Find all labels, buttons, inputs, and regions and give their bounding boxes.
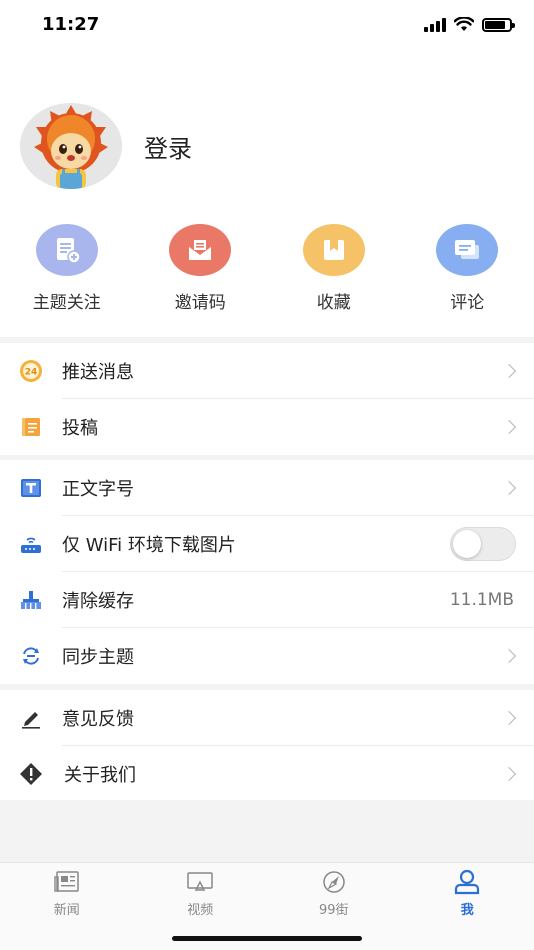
menu-label: 关于我们 [64, 765, 136, 786]
info-diamond-icon [18, 763, 44, 785]
status-bar: 11:27 [0, 0, 534, 52]
topic-follow-icon [35, 224, 98, 276]
chevron-right-icon [501, 480, 517, 496]
chevron-right-icon [501, 710, 517, 726]
tab-label: 我 [460, 903, 474, 918]
quick-action-label: 收藏 [316, 293, 351, 313]
lion-mascot-icon [20, 103, 122, 189]
status-time: 11:27 [42, 14, 100, 35]
tv-icon [185, 869, 215, 895]
sync-icon [18, 645, 44, 667]
menu-contribute[interactable]: 投稿 [0, 399, 534, 455]
menu-font-size[interactable]: 正文字号 [0, 460, 534, 516]
battery-level [485, 20, 506, 29]
tab-news[interactable]: 新闻 [0, 863, 134, 950]
comments-icon [436, 224, 499, 276]
menu-label: 正文字号 [62, 479, 134, 500]
quick-action-comments[interactable]: 评论 [401, 224, 534, 324]
cellular-signal-icon [424, 17, 446, 32]
menu-feedback[interactable]: 意见反馈 [0, 690, 534, 746]
menu-label: 仅 WiFi 环境下载图片 [62, 535, 236, 556]
cache-size-value: 11.1MB [449, 590, 514, 610]
broom-icon [18, 589, 44, 611]
router-icon [18, 533, 44, 555]
newspaper-icon [52, 869, 82, 895]
toggle-knob [453, 530, 481, 558]
chevron-right-icon [501, 419, 517, 435]
quick-action-favorites[interactable]: 收藏 [267, 224, 401, 324]
tab-label: 新闻 [53, 903, 80, 918]
wifi-icon [454, 17, 474, 31]
menu-sync-topics[interactable]: 同步主题 [0, 628, 534, 684]
profile-header[interactable]: 登录 [20, 103, 192, 189]
content-background [0, 800, 534, 862]
push-24-icon: 24 [18, 360, 44, 382]
login-label[interactable]: 登录 [144, 129, 192, 164]
menu-label: 同步主题 [62, 647, 134, 668]
chevron-right-icon [501, 766, 517, 782]
person-icon [452, 869, 482, 895]
favorites-icon [302, 224, 365, 276]
quick-action-invite-code[interactable]: 邀请码 [134, 224, 268, 324]
avatar[interactable] [20, 103, 122, 189]
quick-action-label: 邀请码 [174, 293, 226, 313]
status-icons [424, 17, 515, 32]
chevron-right-icon [501, 363, 517, 379]
text-size-icon [18, 477, 44, 499]
pen-icon [18, 707, 44, 729]
menu-clear-cache[interactable]: 清除缓存 11.1MB [0, 572, 534, 628]
chevron-right-icon [501, 648, 517, 664]
compass-icon [319, 869, 349, 895]
menu-push-messages[interactable]: 24 推送消息 [0, 343, 534, 399]
quick-action-topic-follow[interactable]: 主题关注 [0, 224, 134, 324]
invite-code-icon [169, 224, 232, 276]
svg-text:24: 24 [25, 368, 38, 378]
quick-action-label: 评论 [450, 293, 485, 313]
tab-label: 99街 [318, 903, 349, 918]
menu-about[interactable]: 关于我们 [0, 746, 534, 802]
quick-actions: 主题关注 邀请码 收藏 评论 [0, 224, 534, 324]
home-indicator [172, 936, 362, 941]
notebook-icon [18, 416, 44, 438]
menu-label: 清除缓存 [62, 591, 134, 612]
tab-me[interactable]: 我 [401, 863, 534, 950]
menu-label: 推送消息 [62, 362, 134, 383]
menu-label: 意见反馈 [62, 709, 134, 730]
tab-label: 视频 [187, 903, 214, 918]
quick-action-label: 主题关注 [32, 293, 101, 313]
menu-label: 投稿 [62, 418, 98, 439]
wifi-only-toggle[interactable] [450, 527, 516, 561]
menu-wifi-only-images: 仅 WiFi 环境下载图片 [0, 516, 534, 572]
battery-icon [482, 17, 515, 32]
